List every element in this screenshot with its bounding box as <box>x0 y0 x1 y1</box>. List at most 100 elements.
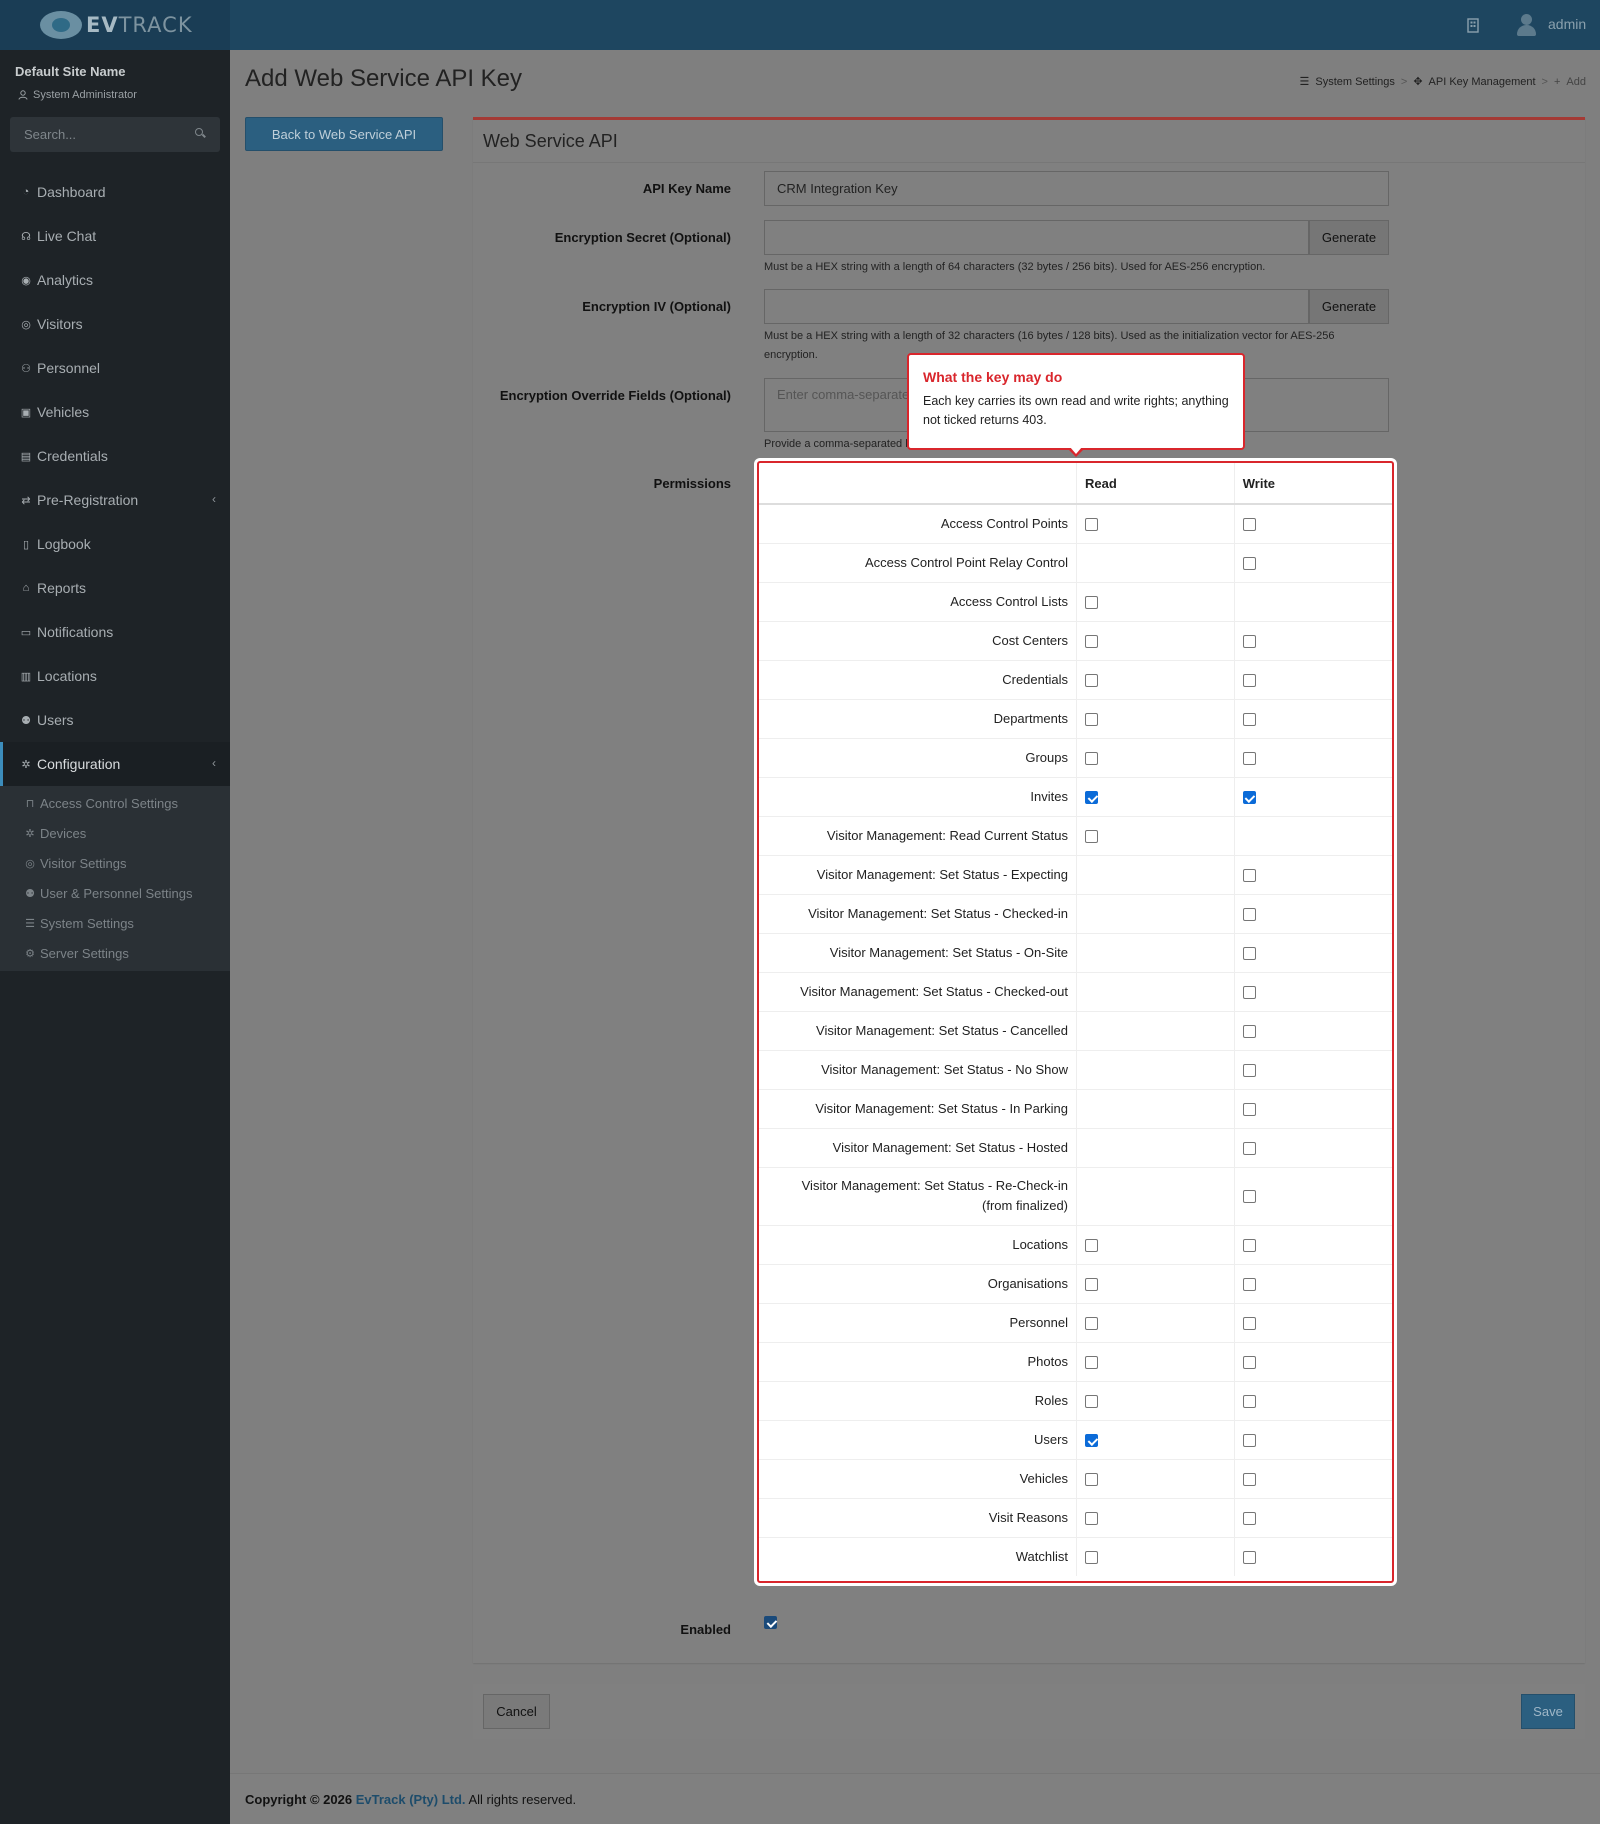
sidebar-item-live-chat[interactable]: ☊ Live Chat <box>0 214 230 258</box>
permission-row: Access Control Lists <box>759 581 1392 621</box>
write-checkbox[interactable] <box>1242 518 1256 532</box>
write-checkbox[interactable] <box>1242 1395 1256 1409</box>
sidebar-item-analytics[interactable]: ◉ Analytics <box>0 258 230 302</box>
write-checkbox[interactable] <box>1242 1142 1256 1156</box>
write-checkbox[interactable] <box>1242 713 1256 727</box>
sidebar-item-dashboard[interactable]: ◔ Dashboard <box>0 170 230 214</box>
enabled-checkbox[interactable] <box>764 1616 777 1629</box>
read-checkbox[interactable] <box>1085 752 1098 766</box>
sidebar-item-reports[interactable]: ⌂ Reports <box>0 566 230 610</box>
breadcrumb-system-settings[interactable]: System Settings <box>1315 76 1394 88</box>
write-cell <box>1233 1088 1392 1128</box>
personnel-icon: ⚇ <box>21 362 31 375</box>
read-checkbox[interactable] <box>1085 713 1098 727</box>
sidebar-subitem-user-personnel-settings[interactable]: ⚉ User & Personnel Settings <box>0 878 230 908</box>
sidebar-subitem-access-control-settings[interactable]: ⊓ Access Control Settings <box>0 788 230 818</box>
permissions-callout: What the key may do Each key carries its… <box>907 353 1245 457</box>
write-checkbox[interactable] <box>1242 1356 1256 1370</box>
write-checkbox[interactable] <box>1242 908 1256 922</box>
sidebar-item-locations[interactable]: ▥ Locations <box>0 654 230 698</box>
write-checkbox[interactable] <box>1242 1317 1256 1331</box>
vehicle-icon: ▣ <box>20 406 32 419</box>
write-cell <box>1233 1049 1392 1089</box>
evtrack-logo[interactable]: EVTRACK <box>40 11 193 39</box>
read-checkbox[interactable] <box>1085 1395 1098 1409</box>
sidebar-item-vehicles[interactable]: ▣ Vehicles <box>0 390 230 434</box>
write-checkbox[interactable] <box>1242 1103 1256 1117</box>
read-checkbox[interactable] <box>1085 674 1098 688</box>
write-checkbox[interactable] <box>1242 1025 1256 1039</box>
read-checkbox[interactable] <box>1085 830 1098 844</box>
sidebar-subitem-visitor-settings[interactable]: ◎ Visitor Settings <box>0 848 230 878</box>
write-checkbox[interactable] <box>1242 1473 1256 1487</box>
write-checkbox[interactable] <box>1242 557 1256 571</box>
write-checkbox[interactable] <box>1242 1064 1256 1078</box>
api-key-name-input[interactable] <box>764 171 1389 206</box>
write-checkbox[interactable] <box>1242 1434 1256 1448</box>
breadcrumb-api-key-management[interactable]: API Key Management <box>1429 76 1536 88</box>
write-checkbox[interactable] <box>1242 635 1256 649</box>
sidebar-item-pre-registration[interactable]: ⇄ Pre-Registration ‹ <box>0 478 230 522</box>
write-checkbox[interactable] <box>1242 1551 1256 1565</box>
write-checkbox[interactable] <box>1242 986 1256 1000</box>
write-checkbox[interactable] <box>1242 869 1256 883</box>
write-checkbox[interactable] <box>1242 947 1256 961</box>
read-checkbox[interactable] <box>1085 1434 1098 1448</box>
sidebar-item-logbook[interactable]: ▯ Logbook <box>0 522 230 566</box>
generate-iv-button[interactable]: Generate <box>1309 289 1389 324</box>
avatar-body-icon <box>1517 25 1536 36</box>
sidebar-subitem-label: Visitor Settings <box>40 855 127 871</box>
company-link[interactable]: EvTrack (Pty) Ltd. <box>356 1792 466 1807</box>
read-checkbox[interactable] <box>1085 1278 1098 1292</box>
permission-label: Departments <box>759 698 1077 738</box>
read-cell <box>1076 1419 1235 1459</box>
read-checkbox[interactable] <box>1085 1551 1098 1565</box>
permission-label: Watchlist <box>759 1536 1077 1576</box>
save-button[interactable]: Save <box>1521 1694 1575 1729</box>
permission-row: Locations <box>759 1224 1392 1264</box>
read-checkbox[interactable] <box>1085 1239 1098 1253</box>
back-to-web-service-api-button[interactable]: Back to Web Service API <box>245 117 443 151</box>
write-cell <box>1233 698 1392 738</box>
user-avatar[interactable] <box>1514 12 1538 36</box>
sidebar-subitem-devices[interactable]: ✲ Devices <box>0 818 230 848</box>
read-checkbox[interactable] <box>1085 1317 1098 1331</box>
sidebar-item-users[interactable]: ⚉ Users <box>0 698 230 742</box>
username[interactable]: admin <box>1548 16 1586 32</box>
read-cell <box>1076 1458 1235 1498</box>
sliders-icon: ☰ <box>25 917 35 930</box>
cancel-button[interactable]: Cancel <box>483 1694 550 1729</box>
read-checkbox[interactable] <box>1085 1512 1098 1526</box>
search-icon[interactable] <box>195 128 206 139</box>
permission-label: Visitor Management: Set Status - Checked… <box>759 893 1077 933</box>
write-cell <box>1233 620 1392 660</box>
sidebar-subitem-server-settings[interactable]: ⚙ Server Settings <box>0 938 230 968</box>
generate-secret-button[interactable]: Generate <box>1309 220 1389 255</box>
read-checkbox[interactable] <box>1085 518 1098 532</box>
sidebar-item-visitors[interactable]: ◎ Visitors <box>0 302 230 346</box>
write-checkbox[interactable] <box>1242 1512 1256 1526</box>
read-checkbox[interactable] <box>1085 1356 1098 1370</box>
sidebar-item-notifications[interactable]: ▭ Notifications <box>0 610 230 654</box>
sidebar-item-configuration[interactable]: ✲ Configuration ‹ <box>0 742 230 786</box>
write-checkbox[interactable] <box>1242 1190 1256 1204</box>
write-checkbox[interactable] <box>1242 674 1256 688</box>
building-icon[interactable] <box>1466 17 1480 33</box>
sidebar-item-personnel[interactable]: ⚇ Personnel <box>0 346 230 390</box>
read-checkbox[interactable] <box>1085 1473 1098 1487</box>
sidebar-subitem-system-settings[interactable]: ☰ System Settings <box>0 908 230 938</box>
read-checkbox[interactable] <box>1085 791 1098 805</box>
write-checkbox[interactable] <box>1242 752 1256 766</box>
permission-row: Access Control Point Relay Control <box>759 542 1392 582</box>
copyright: Copyright © 2026 EvTrack (Pty) Ltd. All … <box>245 1792 576 1807</box>
encryption-iv-input[interactable] <box>764 289 1309 324</box>
permission-row: Vehicles <box>759 1458 1392 1498</box>
search-input[interactable] <box>10 117 190 152</box>
read-checkbox[interactable] <box>1085 635 1098 649</box>
encryption-secret-input[interactable] <box>764 220 1309 255</box>
read-checkbox[interactable] <box>1085 596 1098 610</box>
write-checkbox[interactable] <box>1242 791 1256 805</box>
write-checkbox[interactable] <box>1242 1239 1256 1253</box>
write-checkbox[interactable] <box>1242 1278 1256 1292</box>
sidebar-item-credentials[interactable]: ▤ Credentials <box>0 434 230 478</box>
